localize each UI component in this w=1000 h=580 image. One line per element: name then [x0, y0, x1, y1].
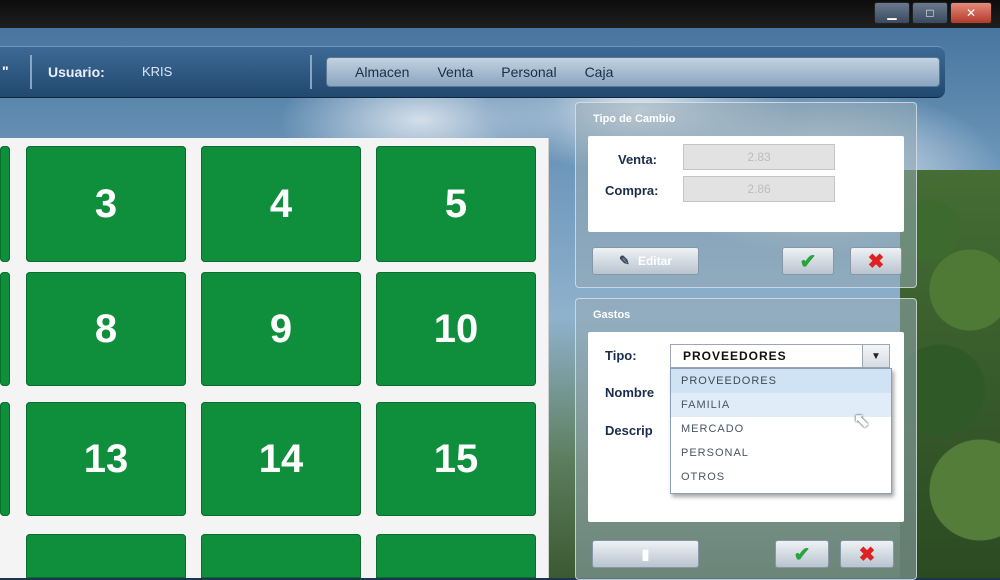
table-tile-14[interactable]: 14: [201, 402, 361, 516]
cancel-exchange-button[interactable]: ✖: [850, 247, 902, 275]
check-icon: ✔: [793, 543, 811, 566]
menu-almacen[interactable]: Almacen: [355, 64, 409, 80]
nombre-label: Nombre: [605, 385, 655, 400]
dropdown-option-personal[interactable]: PERSONAL: [671, 441, 891, 465]
mouse-cursor-icon: ⬉: [853, 410, 870, 432]
expenses-title: Gastos: [593, 309, 631, 321]
cancel-expense-button[interactable]: ✖: [840, 540, 894, 568]
table-tile[interactable]: [26, 534, 186, 578]
descripcion-label: Descrip: [605, 423, 653, 438]
table-tile-10[interactable]: 10: [376, 272, 536, 386]
user-label: Usuario:: [48, 64, 105, 80]
tipo-select[interactable]: PROVEEDORES ▼: [670, 344, 890, 368]
venta-label: Venta:: [618, 152, 658, 167]
tipo-label: Tipo:: [605, 348, 637, 363]
user-value: KRIS: [142, 64, 173, 79]
table-tile[interactable]: [376, 534, 536, 578]
menu-personal[interactable]: Personal: [501, 64, 556, 80]
venta-field[interactable]: 2.83: [683, 144, 835, 170]
tables-grid-panel: 3 4 5 8 9 10 13 14 15: [0, 138, 549, 578]
accept-exchange-button[interactable]: ✔: [782, 247, 834, 275]
dropdown-option-proveedores[interactable]: PROVEEDORES: [671, 369, 891, 393]
edit-button-label: Editar: [637, 254, 672, 268]
main-menu: Almacen Venta Personal Caja: [326, 57, 940, 87]
compra-field[interactable]: 2.86: [683, 176, 835, 202]
menu-caja[interactable]: Caja: [585, 64, 614, 80]
table-tile[interactable]: [0, 146, 10, 262]
table-tile-3[interactable]: 3: [26, 146, 186, 262]
table-tile-4[interactable]: 4: [201, 146, 361, 262]
table-tile[interactable]: [0, 272, 10, 386]
close-button[interactable]: ✕: [950, 2, 992, 24]
tipo-selected-value: PROVEEDORES: [683, 349, 787, 363]
chevron-down-icon[interactable]: ▼: [862, 345, 889, 367]
maximize-button[interactable]: □: [912, 2, 948, 24]
table-tile[interactable]: [201, 534, 361, 578]
table-tile-5[interactable]: 5: [376, 146, 536, 262]
menu-venta[interactable]: Venta: [437, 64, 473, 80]
exchange-rate-title: Tipo de Cambio: [593, 113, 676, 125]
edit-icon: ✎: [619, 253, 630, 268]
header-bar: " Usuario: KRIS Almacen Venta Personal C…: [0, 46, 945, 98]
header-divider: [310, 55, 312, 89]
window-titlebar: ▁ □ ✕: [0, 0, 1000, 28]
window-controls: ▁ □ ✕: [874, 2, 992, 24]
accept-expense-button[interactable]: ✔: [775, 540, 829, 568]
new-expense-button[interactable]: ▮: [592, 540, 699, 568]
table-tile-9[interactable]: 9: [201, 272, 361, 386]
header-divider: [30, 55, 32, 89]
edit-button[interactable]: ✎ Editar: [592, 247, 699, 275]
table-tile-13[interactable]: 13: [26, 402, 186, 516]
x-icon: ✖: [867, 250, 885, 273]
minimize-button[interactable]: ▁: [874, 2, 910, 24]
table-tile[interactable]: [0, 402, 10, 516]
dropdown-option-otros[interactable]: OTROS: [671, 465, 891, 489]
table-tile-8[interactable]: 8: [26, 272, 186, 386]
check-icon: ✔: [799, 250, 817, 273]
x-icon: ✖: [858, 543, 876, 566]
document-icon: ▮: [641, 545, 650, 562]
table-tile-15[interactable]: 15: [376, 402, 536, 516]
header-quote: ": [2, 63, 9, 79]
compra-label: Compra:: [605, 183, 659, 198]
